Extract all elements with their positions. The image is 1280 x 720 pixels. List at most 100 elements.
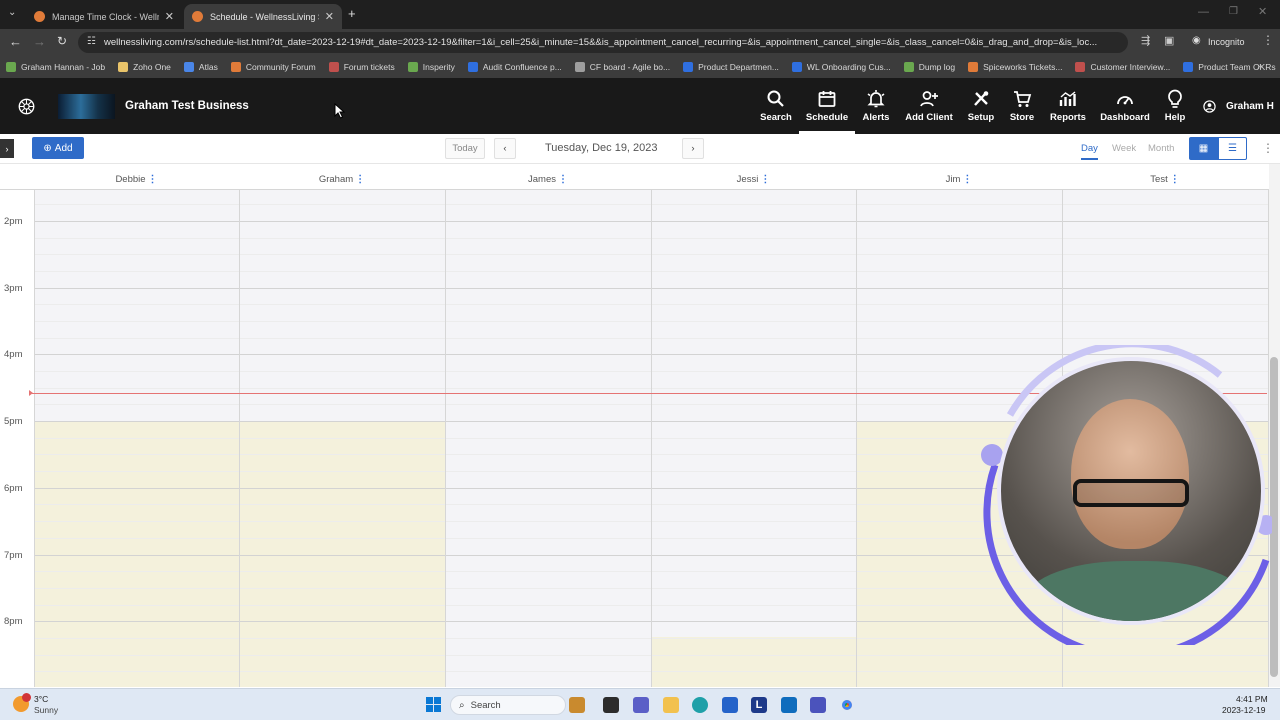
view-month[interactable]: Month bbox=[1148, 143, 1174, 154]
bookmark-item[interactable]: Spiceworks Tickets... bbox=[968, 62, 1062, 72]
windows-start-icon[interactable] bbox=[426, 697, 441, 712]
bookmark-item[interactable]: Atlas bbox=[183, 62, 218, 72]
chrome-icon[interactable] bbox=[839, 697, 855, 713]
cart-icon bbox=[1014, 91, 1032, 107]
staff-options-icon[interactable]: ⋮ bbox=[355, 174, 365, 185]
staff-column-header[interactable]: Jim ⋮ bbox=[929, 174, 989, 185]
staff-options-icon[interactable]: ⋮ bbox=[962, 174, 972, 185]
staff-column-header[interactable]: Debbie ⋮ bbox=[107, 174, 167, 185]
browser-tab-schedule[interactable]: Schedule - WellnessLiving Syste ✕ bbox=[184, 4, 342, 29]
new-tab-icon[interactable]: + bbox=[348, 6, 356, 21]
weather-desc[interactable]: Sunny bbox=[34, 705, 58, 715]
nav-help[interactable]: Help bbox=[1151, 78, 1199, 134]
browser-tab-time-clock[interactable]: Manage Time Clock - Wellness ✕ bbox=[26, 4, 182, 29]
edge-browser-icon[interactable] bbox=[692, 697, 708, 713]
close-tab-icon[interactable]: ✕ bbox=[325, 10, 334, 23]
available-time-block bbox=[651, 637, 856, 687]
user-avatar-icon[interactable] bbox=[1203, 100, 1216, 113]
bookmark-item[interactable]: Community Forum bbox=[230, 62, 316, 72]
staff-column-header[interactable]: Test ⋮ bbox=[1135, 174, 1195, 185]
previous-day-button[interactable]: ‹ bbox=[494, 138, 516, 159]
incognito-label[interactable]: Incognito bbox=[1208, 37, 1245, 47]
weather-temp[interactable]: 3°C bbox=[34, 694, 48, 704]
extensions-icon[interactable]: ⇶ bbox=[1141, 34, 1150, 47]
wellnessliving-logo-icon[interactable] bbox=[18, 98, 35, 115]
taskbar-search-box[interactable]: ⌕ Search bbox=[450, 695, 566, 715]
teams-icon[interactable] bbox=[810, 697, 826, 713]
bookmark-favicon-icon bbox=[467, 62, 478, 72]
nav-add-client[interactable]: Add Client bbox=[905, 78, 953, 134]
calendar-view-button[interactable]: ▦ bbox=[1189, 137, 1218, 160]
task-view-icon[interactable] bbox=[603, 697, 619, 713]
staff-name: Debbie bbox=[115, 174, 146, 185]
bookmark-item[interactable]: Zoho One bbox=[118, 62, 171, 72]
wrench-icon bbox=[974, 91, 989, 106]
view-day[interactable]: Day bbox=[1081, 143, 1098, 160]
close-window-icon[interactable]: ✕ bbox=[1258, 5, 1267, 18]
bookmark-favicon-icon bbox=[230, 62, 241, 72]
clock-time[interactable]: 4:41 PM bbox=[1236, 694, 1268, 704]
side-panel-icon[interactable]: ▣ bbox=[1164, 34, 1174, 47]
list-view-button[interactable]: ☰ bbox=[1218, 137, 1247, 160]
reload-icon[interactable]: ↻ bbox=[57, 34, 67, 48]
address-bar[interactable]: ☷ wellnessliving.com/rs/schedule-list.ht… bbox=[78, 32, 1128, 53]
staff-column-header[interactable]: Graham ⋮ bbox=[312, 174, 372, 185]
bookmark-item[interactable]: Customer Interview... bbox=[1075, 62, 1170, 72]
clock-date[interactable]: 2023-12-19 bbox=[1222, 705, 1265, 715]
restore-icon[interactable]: ❐ bbox=[1229, 6, 1238, 17]
bookmark-item[interactable]: Insperity bbox=[407, 62, 455, 72]
staff-options-icon[interactable]: ⋮ bbox=[558, 174, 568, 185]
business-name[interactable]: Graham Test Business bbox=[125, 100, 249, 112]
work-briefcase-icon[interactable] bbox=[569, 697, 585, 713]
nav-search[interactable]: Search bbox=[752, 78, 800, 134]
view-week[interactable]: Week bbox=[1112, 143, 1136, 154]
close-tab-icon[interactable]: ✕ bbox=[165, 10, 174, 23]
time-label: 3pm bbox=[4, 283, 23, 294]
staff-column-header[interactable]: James ⋮ bbox=[518, 174, 578, 185]
bookmark-label: Product Team OKRs bbox=[1198, 62, 1276, 72]
back-icon[interactable]: ← bbox=[9, 34, 22, 49]
file-explorer-icon[interactable] bbox=[663, 697, 679, 713]
forward-icon[interactable]: → bbox=[33, 34, 46, 49]
sidebar-expand-button[interactable]: › bbox=[0, 139, 14, 158]
teams-chat-icon[interactable] bbox=[633, 697, 649, 713]
staff-options-icon[interactable]: ⋮ bbox=[760, 174, 770, 185]
current-date[interactable]: Tuesday, Dec 19, 2023 bbox=[545, 142, 658, 154]
nav-schedule[interactable]: Schedule bbox=[799, 78, 855, 134]
mouse-cursor-icon bbox=[334, 103, 345, 119]
taskbar-search-label: Search bbox=[470, 699, 501, 711]
next-day-button[interactable]: › bbox=[682, 138, 704, 159]
person-head bbox=[1071, 399, 1189, 549]
nav-alerts[interactable]: Alerts bbox=[852, 78, 900, 134]
nav-store[interactable]: Store bbox=[998, 78, 1046, 134]
bookmark-item[interactable]: Forum tickets bbox=[328, 62, 395, 72]
store-icon[interactable] bbox=[722, 697, 738, 713]
more-options-icon[interactable]: ⋮ bbox=[1262, 141, 1274, 155]
minimize-icon[interactable]: — bbox=[1198, 6, 1209, 18]
bookmark-item[interactable]: Dump log bbox=[903, 62, 955, 72]
time-label: 7pm bbox=[4, 550, 23, 561]
today-button[interactable]: Today bbox=[445, 138, 485, 159]
staff-column-header[interactable]: Jessi ⋮ bbox=[724, 174, 784, 185]
staff-options-icon[interactable]: ⋮ bbox=[1170, 174, 1180, 185]
bookmark-item[interactable]: Graham Hannan - Job bbox=[6, 62, 105, 72]
nav-dashboard[interactable]: Dashboard bbox=[1100, 78, 1150, 134]
bookmark-item[interactable]: Product Departmen... bbox=[683, 62, 779, 72]
outlook-icon[interactable] bbox=[781, 697, 797, 713]
tab-list-chevron-icon[interactable]: ⌄ bbox=[8, 7, 16, 18]
time-label: 6pm bbox=[4, 483, 23, 494]
bookmark-item[interactable]: WL Onboarding Cus... bbox=[791, 62, 891, 72]
nav-reports[interactable]: Reports bbox=[1044, 78, 1092, 134]
bookmark-item[interactable]: Audit Confluence p... bbox=[467, 62, 562, 72]
menu-kebab-icon[interactable]: ⋮ bbox=[1262, 33, 1274, 47]
business-logo[interactable] bbox=[58, 94, 115, 119]
bookmark-item[interactable]: CF board - Agile bo... bbox=[574, 62, 670, 72]
staff-options-icon[interactable]: ⋮ bbox=[148, 174, 158, 185]
more-bookmarks-icon[interactable]: » bbox=[1257, 61, 1263, 72]
add-button[interactable]: ⊕ Add bbox=[32, 137, 84, 159]
add-person-icon bbox=[920, 91, 938, 107]
user-name[interactable]: Graham H bbox=[1226, 101, 1274, 112]
site-info-icon[interactable]: ☷ bbox=[87, 36, 96, 47]
l-app-icon[interactable]: L bbox=[751, 697, 767, 713]
bookmark-favicon-icon bbox=[903, 62, 914, 72]
